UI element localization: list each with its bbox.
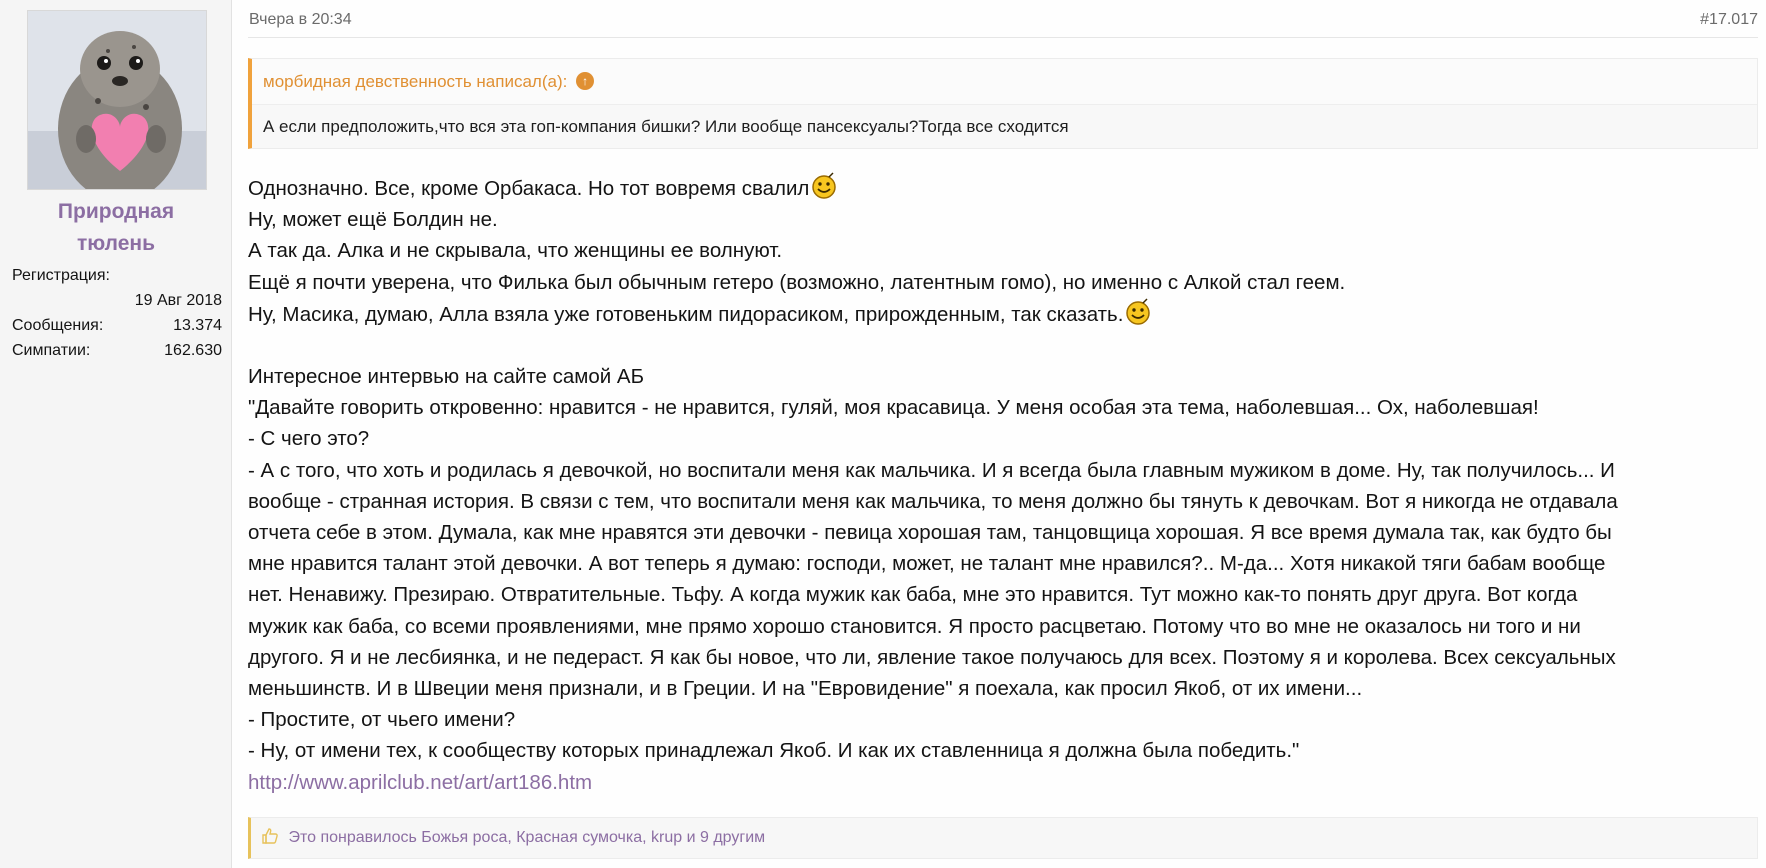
registration-value: 19 Авг 2018 <box>134 292 222 309</box>
messages-stat: Сообщения: 13.374 <box>12 313 222 338</box>
message-line: мужик как баба, со всеми проявлениями, м… <box>248 614 1581 638</box>
article-link[interactable]: http://www.aprilclub.net/art/art186.htm <box>248 767 1758 798</box>
message-line: Ещё я почти уверена, что Филька был обыч… <box>248 270 1346 294</box>
registration-stat: Регистрация: <box>12 263 222 288</box>
user-avatar[interactable] <box>27 10 207 190</box>
message-line: меньшинств. И в Швеции меня признали, и … <box>248 677 1363 701</box>
username-line-2[interactable]: тюлень <box>0 228 232 260</box>
messages-label: Сообщения: <box>12 317 104 334</box>
likes-value: 162.630 <box>164 342 222 359</box>
message-line: - А с того, что хоть и родилась я девочк… <box>248 458 1615 482</box>
post-permalink[interactable]: #17.017 <box>1700 11 1758 29</box>
message-line: - Ну, от имени тех, к сообществу которых… <box>248 739 1300 763</box>
quote-text: А если предположить,что вся эта гоп-комп… <box>263 117 1069 136</box>
message-line: нет. Ненавижу. Презираю. Отвратительные.… <box>248 583 1578 607</box>
user-stats: Регистрация: 19 Авг 2018 Сообщения: 13.3… <box>12 263 222 363</box>
post-header: Вчера в 20:34 #17.017 <box>248 8 1758 38</box>
smiley-icon <box>812 172 837 199</box>
smiley-icon <box>1126 298 1151 325</box>
message-text: Однозначно. Все, кроме Орбакаса. Но тот … <box>248 177 810 200</box>
message-line: вообще - странная история. В связи с тем… <box>248 489 1618 513</box>
message-line: Однозначно. Все, кроме Орбакаса. Но тот … <box>248 172 1758 204</box>
username[interactable]: Природная тюлень <box>0 196 232 260</box>
message-line: отчета себе в этом. Думала, как мне нрав… <box>248 521 1612 545</box>
message-line: Интересное интервью на сайте самой АБ <box>248 365 645 389</box>
post-date[interactable]: Вчера в 20:34 <box>249 11 352 29</box>
message-line: - С чего это? <box>248 427 370 451</box>
post-body: Вчера в 20:34 #17.017 морбидная девствен… <box>248 0 1758 868</box>
message-line: - Простите, от чьего имени? <box>248 708 516 732</box>
quote-header: морбидная девственность написал(а): ↑ <box>252 59 1757 105</box>
likes-bar: Это понравилось Божья роса, Красная сумо… <box>248 817 1758 859</box>
up-arrow-circle-icon[interactable]: ↑ <box>576 72 595 91</box>
likes-stat: Симпатии: 162.630 <box>12 338 222 363</box>
message-line: мне нравится талант этой девочки. А вот … <box>248 552 1606 576</box>
message-content: Однозначно. Все, кроме Орбакаса. Но тот … <box>248 172 1758 798</box>
username-line-1[interactable]: Природная <box>0 196 232 228</box>
likes-label: Симпатии: <box>12 342 91 359</box>
messages-value: 13.374 <box>173 317 222 334</box>
quote-author[interactable]: морбидная девственность написал(а): <box>263 72 567 91</box>
thumbs-up-icon <box>262 828 278 844</box>
registration-label: Регистрация: <box>12 267 110 284</box>
message-line: другого. Я и не лесбиянка, и не педераст… <box>248 645 1616 669</box>
message-line: А так да. Алка и не скрывала, что женщин… <box>248 239 783 263</box>
seal-avatar-image <box>28 11 206 189</box>
quote-block: морбидная девственность написал(а): ↑ А … <box>248 58 1758 149</box>
message-line: Ну, может ещё Болдин не. <box>248 208 498 232</box>
message-text: Ну, Масика, думаю, Алла взяла уже готове… <box>248 302 1124 326</box>
likes-text[interactable]: Это понравилось Божья роса, Красная сумо… <box>288 829 765 846</box>
user-sidebar: Природная тюлень Регистрация: 19 Авг 201… <box>0 0 232 868</box>
message-line: "Давайте говорить откровенно: нравится -… <box>248 396 1539 420</box>
message-line: Ну, Масика, думаю, Алла взяла уже готове… <box>248 298 1758 330</box>
